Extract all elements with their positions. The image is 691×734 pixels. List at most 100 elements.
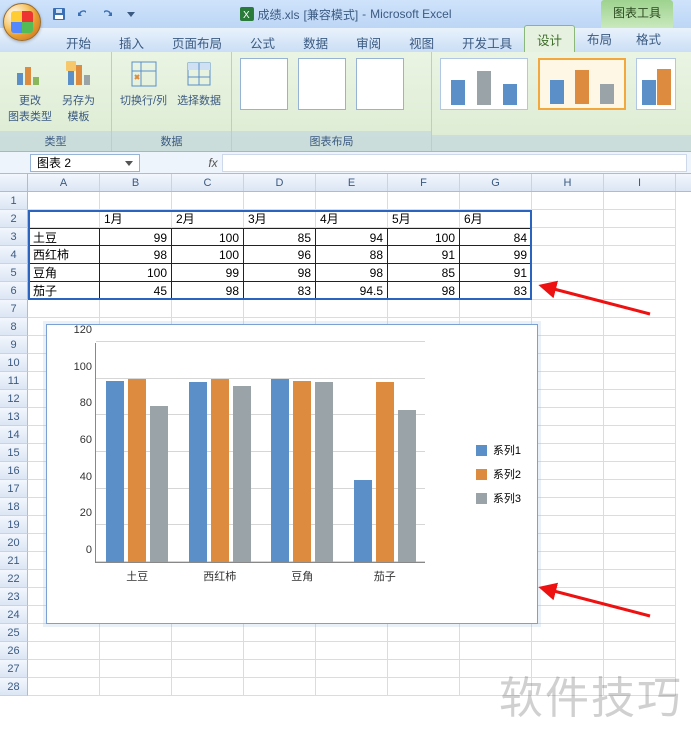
row-header-15[interactable]: 15	[0, 444, 28, 462]
row-header-20[interactable]: 20	[0, 534, 28, 552]
cell[interactable]	[532, 336, 604, 354]
bar[interactable]	[271, 379, 289, 562]
cell[interactable]	[532, 516, 604, 534]
cell[interactable]	[28, 642, 100, 660]
cell[interactable]: 98	[100, 246, 172, 264]
chart-style-2[interactable]	[538, 58, 626, 110]
cell[interactable]	[604, 318, 676, 336]
col-header-C[interactable]: C	[172, 174, 244, 191]
formula-input[interactable]	[222, 154, 687, 172]
cell[interactable]: 西红柿	[28, 246, 100, 264]
cell[interactable]	[604, 570, 676, 588]
bar[interactable]	[189, 382, 207, 562]
cell[interactable]: 85	[244, 228, 316, 246]
tab-插入[interactable]: 插入	[105, 33, 158, 54]
cell[interactable]	[604, 624, 676, 642]
worksheet[interactable]: ABCDEFGHI 121月2月3月4月5月6月3土豆9910085941008…	[0, 174, 691, 734]
select-data-button[interactable]: 选择数据	[175, 56, 223, 110]
cell[interactable]	[532, 588, 604, 606]
cell[interactable]: 98	[244, 264, 316, 282]
cell[interactable]	[604, 210, 676, 228]
cell[interactable]	[100, 678, 172, 696]
cell[interactable]	[460, 624, 532, 642]
cell[interactable]	[172, 678, 244, 696]
bar[interactable]	[398, 410, 416, 562]
col-header-I[interactable]: I	[604, 174, 676, 191]
cell[interactable]	[604, 372, 676, 390]
legend-item[interactable]: 系列2	[476, 466, 521, 482]
cell[interactable]: 1月	[100, 210, 172, 228]
tab-页面布局[interactable]: 页面布局	[158, 33, 236, 54]
cell[interactable]: 98	[316, 264, 388, 282]
cell[interactable]: 85	[388, 264, 460, 282]
cell[interactable]: 91	[460, 264, 532, 282]
cell[interactable]	[532, 426, 604, 444]
cell[interactable]	[532, 372, 604, 390]
row-header-8[interactable]: 8	[0, 318, 28, 336]
cell[interactable]	[460, 642, 532, 660]
cell[interactable]	[244, 192, 316, 210]
row-header-22[interactable]: 22	[0, 570, 28, 588]
row-header-2[interactable]: 2	[0, 210, 28, 228]
row-header-23[interactable]: 23	[0, 588, 28, 606]
row-header-16[interactable]: 16	[0, 462, 28, 480]
cell[interactable]	[28, 660, 100, 678]
cell[interactable]	[244, 624, 316, 642]
cell[interactable]	[604, 300, 676, 318]
row-header-11[interactable]: 11	[0, 372, 28, 390]
cell[interactable]	[172, 300, 244, 318]
cell[interactable]	[532, 192, 604, 210]
cell[interactable]: 3月	[244, 210, 316, 228]
tab-开始[interactable]: 开始	[52, 33, 105, 54]
cell[interactable]	[28, 624, 100, 642]
cell[interactable]: 45	[100, 282, 172, 300]
cell[interactable]	[604, 408, 676, 426]
cell[interactable]: 98	[388, 282, 460, 300]
cell[interactable]	[532, 534, 604, 552]
row-header-12[interactable]: 12	[0, 390, 28, 408]
row-header-19[interactable]: 19	[0, 516, 28, 534]
col-header-B[interactable]: B	[100, 174, 172, 191]
switch-row-col-button[interactable]: 切换行/列	[118, 56, 169, 110]
cell[interactable]	[28, 210, 100, 228]
cell[interactable]	[28, 300, 100, 318]
cell[interactable]	[244, 300, 316, 318]
col-header-G[interactable]: G	[460, 174, 532, 191]
cell[interactable]	[604, 534, 676, 552]
tab-开发工具[interactable]: 开发工具	[448, 33, 526, 54]
cell[interactable]	[532, 246, 604, 264]
cell[interactable]	[316, 678, 388, 696]
row-header-14[interactable]: 14	[0, 426, 28, 444]
cell[interactable]	[604, 192, 676, 210]
row-header-17[interactable]: 17	[0, 480, 28, 498]
cell[interactable]	[388, 660, 460, 678]
cell[interactable]: 4月	[316, 210, 388, 228]
row-header-28[interactable]: 28	[0, 678, 28, 696]
cell[interactable]	[532, 300, 604, 318]
cell[interactable]	[172, 642, 244, 660]
embedded-chart[interactable]: 020406080100120土豆西红柿豆角茄子 系列1系列2系列3	[46, 324, 538, 624]
chart-style-1[interactable]	[440, 58, 528, 110]
cell[interactable]	[532, 264, 604, 282]
cell[interactable]	[532, 408, 604, 426]
cell[interactable]: 100	[172, 228, 244, 246]
cell[interactable]: 5月	[388, 210, 460, 228]
col-header-D[interactable]: D	[244, 174, 316, 191]
cell[interactable]	[316, 624, 388, 642]
row-header-1[interactable]: 1	[0, 192, 28, 210]
bar[interactable]	[376, 382, 394, 562]
row-header-4[interactable]: 4	[0, 246, 28, 264]
cell[interactable]	[604, 552, 676, 570]
cell[interactable]	[460, 300, 532, 318]
cell[interactable]	[532, 390, 604, 408]
cell[interactable]	[388, 300, 460, 318]
cell[interactable]	[316, 660, 388, 678]
cell[interactable]	[532, 570, 604, 588]
redo-icon[interactable]	[98, 5, 116, 23]
col-header-E[interactable]: E	[316, 174, 388, 191]
change-chart-type-button[interactable]: 更改 图表类型	[6, 56, 54, 126]
cell[interactable]	[604, 336, 676, 354]
cell[interactable]	[604, 426, 676, 444]
tab-格式[interactable]: 格式	[624, 25, 673, 52]
row-header-18[interactable]: 18	[0, 498, 28, 516]
